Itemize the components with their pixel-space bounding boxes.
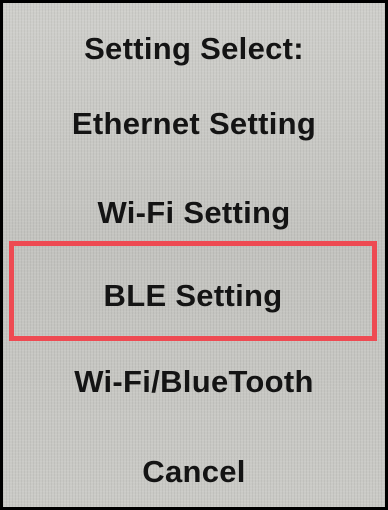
device-screen: Setting Select: Ethernet Setting Wi-Fi S…	[3, 3, 385, 507]
menu-item-wifi-bluetooth[interactable]: Wi-Fi/BlueTooth	[3, 360, 385, 404]
cancel-button[interactable]: Cancel	[3, 450, 385, 494]
menu-item-wifi-setting[interactable]: Wi-Fi Setting	[3, 191, 385, 235]
menu-item-ble-setting[interactable]: BLE Setting	[9, 241, 377, 341]
menu-item-ethernet-setting[interactable]: Ethernet Setting	[3, 102, 385, 146]
screen-title: Setting Select:	[84, 31, 304, 66]
